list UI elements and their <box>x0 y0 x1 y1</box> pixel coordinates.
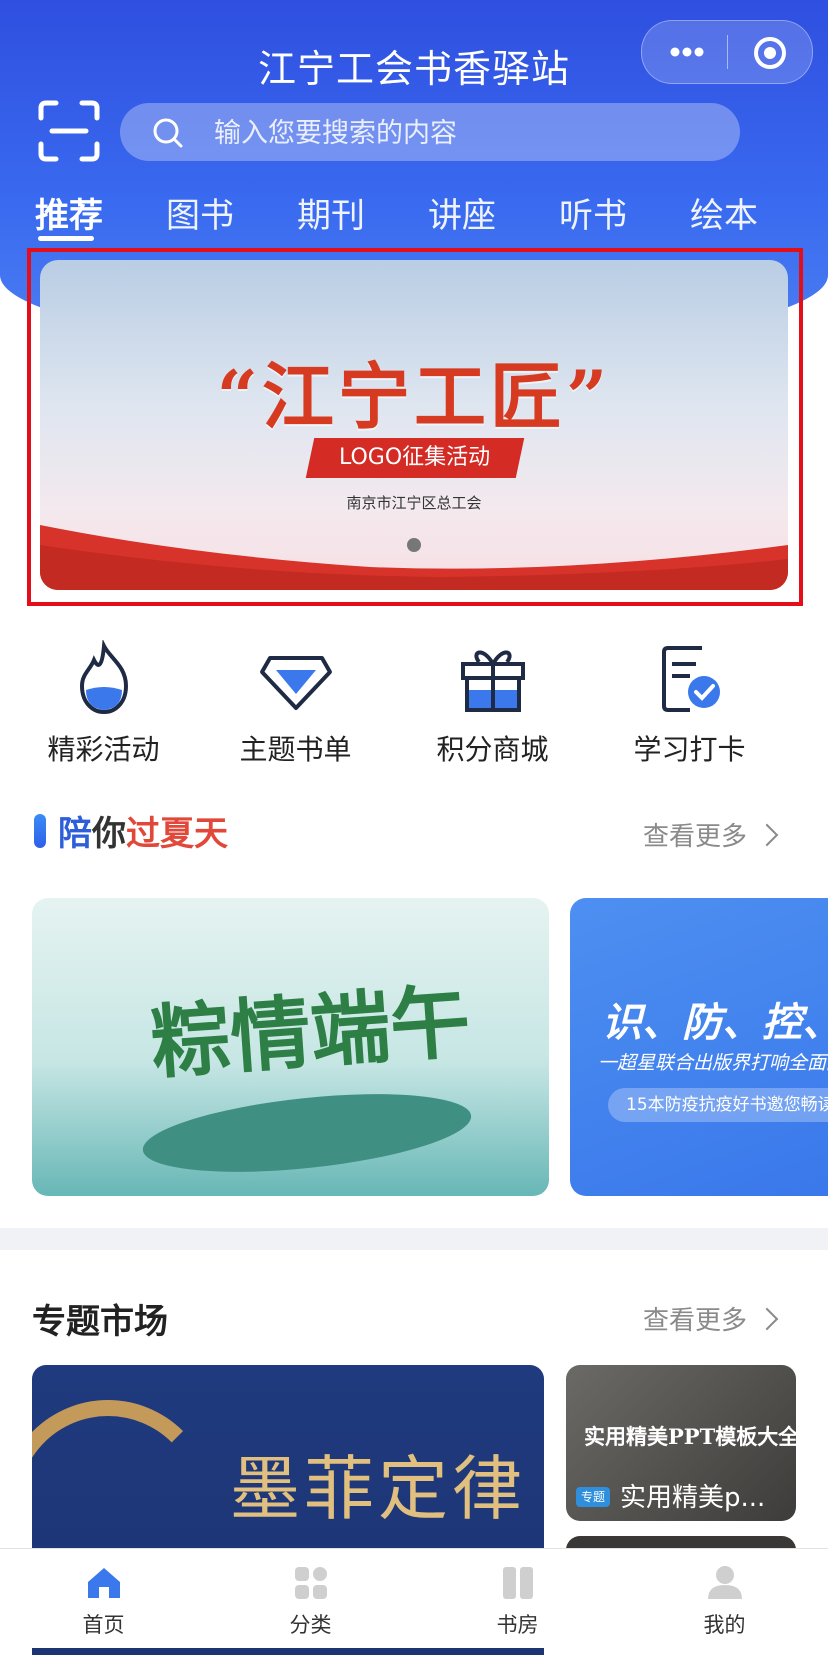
more-icon[interactable] <box>667 35 707 69</box>
quick-entry-booklists[interactable]: 主题书单 <box>192 640 399 766</box>
miniprogram-capsule <box>641 20 813 84</box>
tab-recommend[interactable]: 推荐 <box>35 188 103 237</box>
topic-tag-badge: 专题 <box>576 1487 611 1507</box>
tab-picture-books[interactable]: 绘本 <box>690 188 758 237</box>
summer-card-title: 识、防、控、治 <box>602 1000 828 1046</box>
summer-title-part3: 过夏天 <box>126 814 228 854</box>
category-tabs: 推荐 图书 期刊 讲座 听书 绘本 <box>0 188 828 244</box>
search-bar[interactable] <box>120 103 740 163</box>
chevron-right-icon <box>755 823 779 847</box>
see-more-label: 查看更多 <box>643 822 748 852</box>
summer-see-more[interactable]: 查看更多 <box>643 816 779 853</box>
topic-see-more[interactable]: 查看更多 <box>643 1300 779 1337</box>
lotus-leaf-illustration <box>139 1080 475 1186</box>
home-icon <box>87 1568 120 1598</box>
topic-card-caption: 实用精美p... <box>620 1483 766 1513</box>
tab-lectures[interactable]: 讲座 <box>428 188 496 237</box>
summer-title-part2: 你 <box>92 814 126 854</box>
nav-label: 分类 <box>289 1613 332 1637</box>
capsule-divider <box>727 35 728 69</box>
tab-books[interactable]: 图书 <box>166 188 234 237</box>
nav-home[interactable]: 首页 <box>0 1549 207 1648</box>
quick-entry-points-mall[interactable]: 积分商城 <box>389 640 596 766</box>
grid-icon <box>294 1567 327 1599</box>
tab-journals[interactable]: 期刊 <box>297 188 365 237</box>
quick-entry-label: 学习打卡 <box>633 733 746 766</box>
nav-label: 我的 <box>703 1613 746 1637</box>
quick-entry-label: 积分商城 <box>436 733 549 766</box>
topic-card-title: 墨菲定律 <box>230 1448 526 1530</box>
quick-entry-check-in[interactable]: 学习打卡 <box>586 640 793 766</box>
close-target-icon[interactable] <box>752 35 788 71</box>
book-icon <box>502 1567 533 1599</box>
summer-card-pill: 15本防疫抗疫好书邀您畅读 <box>608 1088 828 1122</box>
search-icon <box>153 118 183 148</box>
summer-card-subtitle: 一超星联合出版界打响全面战 <box>598 1052 828 1074</box>
chevron-right-icon <box>755 1307 779 1331</box>
summer-section-title: 陪你过夏天 <box>58 806 228 855</box>
gift-icon <box>460 650 525 712</box>
nav-study[interactable]: 书房 <box>414 1549 621 1648</box>
summer-card-epidemic[interactable]: 识、防、控、治 一超星联合出版界打响全面战 15本防疫抗疫好书邀您畅读 <box>570 898 828 1196</box>
diamond-icon <box>259 656 332 710</box>
quick-entry-activities[interactable]: 精彩活动 <box>0 640 207 766</box>
summer-title-part1: 陪 <box>58 814 92 854</box>
topic-card-title: 实用精美PPT模板大全 <box>584 1424 796 1449</box>
scan-icon[interactable] <box>38 100 100 162</box>
section-accent-bar <box>34 814 46 848</box>
nav-label: 书房 <box>496 1613 539 1637</box>
nav-category[interactable]: 分类 <box>207 1549 414 1648</box>
quick-entry-label: 精彩活动 <box>47 733 160 766</box>
summer-card-dragon-boat[interactable]: 粽情端午 <box>32 898 549 1196</box>
section-divider <box>0 1228 828 1250</box>
quick-entry-label: 主题书单 <box>239 733 352 766</box>
flame-icon <box>79 640 128 715</box>
active-tab-indicator <box>38 236 94 241</box>
highlight-frame <box>27 248 803 606</box>
topic-section-title: 专题市场 <box>32 1302 168 1342</box>
topic-card-ppt[interactable]: 实用精美PPT模板大全 专题 实用精美p... <box>566 1365 796 1521</box>
nav-profile[interactable]: 我的 <box>621 1549 828 1648</box>
bottom-navigation: 首页 分类 书房 我的 <box>0 1548 828 1648</box>
search-input[interactable] <box>212 103 716 163</box>
see-more-label: 查看更多 <box>643 1306 748 1336</box>
nav-label: 首页 <box>82 1613 125 1637</box>
user-icon <box>707 1566 742 1599</box>
tab-audiobooks[interactable]: 听书 <box>559 188 627 237</box>
summer-card-title: 粽情端午 <box>147 973 474 1091</box>
checklist-icon <box>661 646 720 712</box>
